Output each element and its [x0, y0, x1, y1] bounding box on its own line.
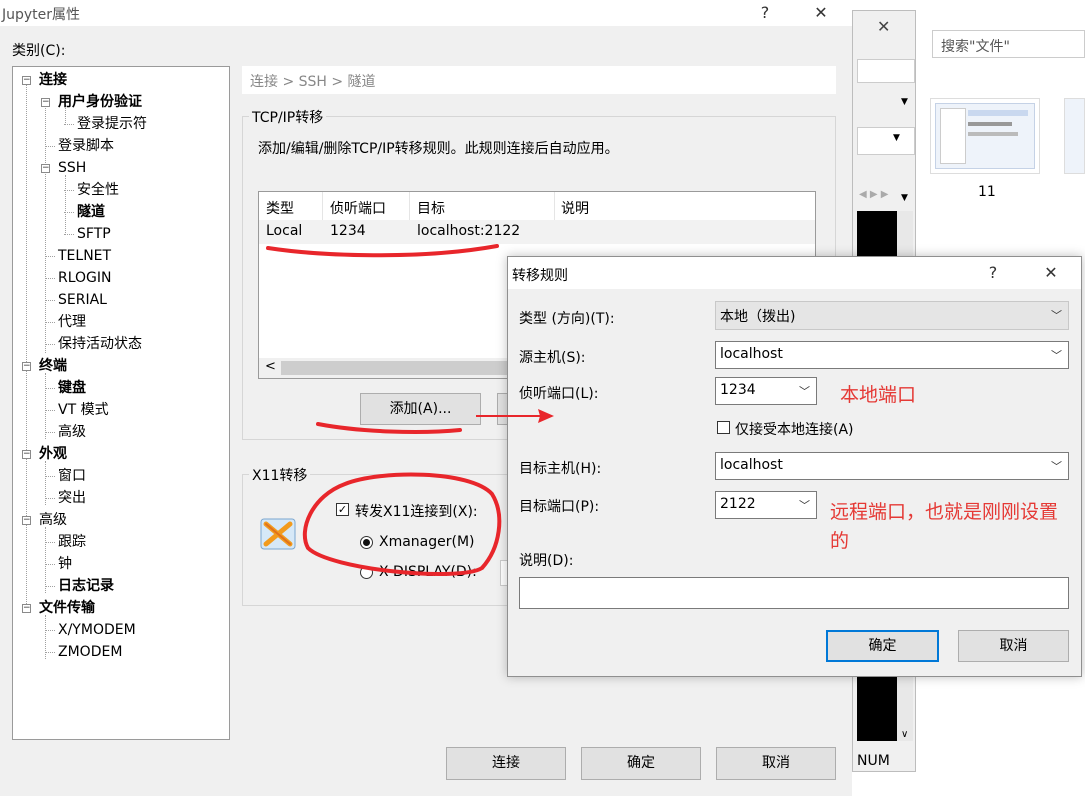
- circle-mark: [302, 472, 502, 577]
- arrow-head: [538, 409, 554, 423]
- annotation-marks: [266, 244, 554, 577]
- underline-mark: [316, 422, 462, 434]
- underline-mark: [266, 244, 499, 258]
